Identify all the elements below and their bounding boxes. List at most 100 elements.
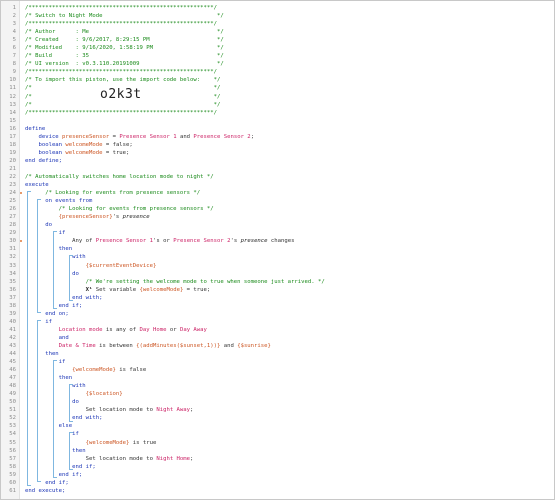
- code-line: 40 if: [1, 318, 554, 326]
- line-number: 15: [9, 117, 16, 124]
- code-line: 15: [1, 117, 554, 125]
- code-token: on events from: [25, 198, 93, 205]
- code-text: /* Looking for events from presence sens…: [25, 189, 200, 197]
- code-token: is false: [115, 367, 147, 374]
- line-number: 40: [9, 318, 16, 325]
- line-number: 28: [9, 222, 16, 229]
- line-number: 59: [9, 471, 16, 478]
- code-token: end define;: [25, 157, 63, 164]
- code-text: end on;: [25, 310, 69, 318]
- code-line: 35 /* We're setting the welcome mode to …: [1, 278, 554, 286]
- code-token: boolean: [25, 141, 66, 148]
- line-number: 21: [9, 165, 16, 172]
- code-text: Location mode is any of Day Home or Day …: [25, 326, 207, 334]
- trigger-marker-icon: [20, 192, 22, 195]
- code-line: 21: [1, 165, 554, 173]
- code-line: 61 end execute;: [1, 487, 554, 495]
- code-text: if: [25, 229, 66, 237]
- line-number: 4: [12, 29, 16, 36]
- code-lines: 1 /**************************************…: [1, 4, 554, 495]
- code-token: welcomeMode: [65, 149, 103, 156]
- code-token: Night Away: [156, 407, 191, 414]
- line-number: 58: [9, 463, 16, 470]
- code-line: 9 /**************************************…: [1, 68, 554, 76]
- code-line: 60 end if;: [1, 479, 554, 487]
- code-token: end if;: [25, 463, 96, 470]
- line-number: 17: [9, 133, 16, 140]
- code-line: 31 then: [1, 245, 554, 253]
- line-number: 22: [9, 173, 16, 180]
- code-text: device presenceSensor = Presence Sensor …: [25, 133, 254, 141]
- code-text: then: [25, 245, 72, 253]
- with-block-bar: [69, 255, 73, 301]
- code-line: 57 Set location mode to Night Home;: [1, 455, 554, 463]
- line-number: 33: [9, 262, 16, 269]
- code-line: 49 {$location}: [1, 390, 554, 398]
- code-line: 13 /* */: [1, 101, 554, 109]
- code-token: /* Looking for events from presence sens…: [25, 190, 201, 197]
- inner-if-block-bar: [69, 432, 73, 470]
- line-number: 27: [9, 214, 16, 221]
- code-token: /* Modified : 9/16/2020, 1:58:19 PM */: [25, 45, 224, 52]
- piston-code-view: 1 /**************************************…: [0, 0, 555, 500]
- line-number: 10: [9, 77, 16, 84]
- code-token: /* To import this piston, use the import…: [25, 77, 221, 84]
- code-line: 20 end define;: [1, 157, 554, 165]
- code-line: 4 /* Author : Me */: [1, 28, 554, 36]
- code-token: end on;: [25, 310, 69, 317]
- code-line: 16 define: [1, 125, 554, 133]
- code-line: 52 end with;: [1, 414, 554, 422]
- code-token: and: [25, 334, 69, 341]
- code-line: 25 on events from: [1, 197, 554, 205]
- code-token: Date & Time: [25, 342, 96, 349]
- code-line: 34 do: [1, 270, 554, 278]
- code-token: Set location mode to: [25, 407, 157, 414]
- code-text: Any of Presence Sensor 1's or Presence S…: [25, 237, 294, 245]
- code-text: {presenceSensor}'s presence: [25, 213, 150, 221]
- code-line: 42 and: [1, 334, 554, 342]
- code-line: 28 do: [1, 221, 554, 229]
- code-text: /***************************************…: [25, 68, 217, 76]
- code-token: if: [25, 230, 66, 237]
- line-number: 42: [9, 334, 16, 341]
- code-text: end define;: [25, 157, 62, 165]
- code-token: device: [25, 133, 63, 140]
- code-token: Presence Sensor 1: [119, 133, 177, 140]
- code-token: ;: [190, 455, 194, 462]
- code-token: 's: [230, 238, 241, 245]
- line-number: 20: [9, 157, 16, 164]
- line-number: 9: [12, 69, 16, 76]
- line-number: 8: [12, 61, 16, 68]
- code-line: 6 /* Modified : 9/16/2020, 1:58:19 PM */: [1, 44, 554, 52]
- code-line: 18 boolean welcomeMode = false;: [1, 141, 554, 149]
- code-token: or: [166, 326, 180, 333]
- code-token: = true;: [102, 149, 130, 156]
- code-line: 19 boolean welcomeMode = true;: [1, 149, 554, 157]
- code-line: 41 Location mode is any of Day Home or D…: [1, 326, 554, 334]
- code-token: {welcomeMode}: [139, 286, 184, 293]
- code-token: and: [220, 342, 238, 349]
- code-text: Set location mode to Night Home;: [25, 455, 194, 463]
- code-line: 46 {welcomeMode} is false: [1, 366, 554, 374]
- code-token: then: [25, 375, 73, 382]
- line-number: 30: [9, 238, 16, 245]
- code-text: if: [25, 358, 66, 366]
- line-number: 31: [9, 246, 16, 253]
- code-token: /* Automatically switches home location …: [25, 173, 214, 180]
- code-token: end execute;: [25, 487, 66, 494]
- code-token: presence: [240, 238, 268, 245]
- code-text: /* Automatically switches home location …: [25, 173, 214, 181]
- code-text: /* Looking for events from presence sens…: [25, 205, 214, 213]
- code-token: /***************************************…: [25, 21, 217, 28]
- code-line: 23 execute: [1, 181, 554, 189]
- code-token: /***************************************…: [25, 109, 217, 116]
- line-number: 50: [9, 399, 16, 406]
- code-text: /* Build : 35 */: [25, 52, 224, 60]
- code-line: 54 if: [1, 430, 554, 438]
- code-text: /***************************************…: [25, 109, 217, 117]
- code-line: 59 end if;: [1, 471, 554, 479]
- line-number: 19: [9, 149, 16, 156]
- code-token: {$sunrise}: [237, 342, 271, 349]
- code-token: welcomeMode: [65, 141, 103, 148]
- code-token: /* Author : Me */: [25, 29, 224, 36]
